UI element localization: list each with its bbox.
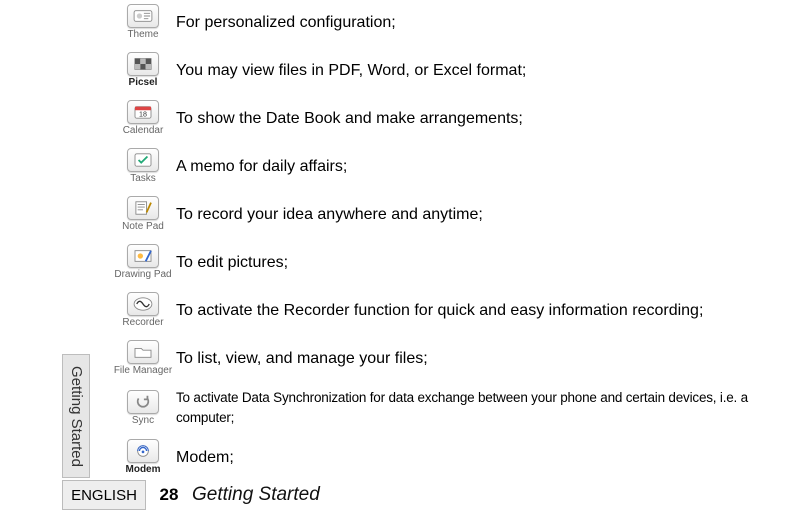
theme-description: For personalized configuration; — [176, 13, 795, 33]
notepad-icon-col: Note Pad — [110, 196, 176, 233]
sync-icon — [127, 390, 159, 414]
sync-icon-label: Sync — [132, 415, 154, 427]
filemanager-icon — [127, 340, 159, 364]
feature-row-modem: Modem Modem; — [110, 439, 795, 476]
modem-icon-col: Modem — [110, 439, 176, 476]
theme-icon — [127, 4, 159, 28]
picsel-description: You may view files in PDF, Word, or Exce… — [176, 61, 795, 81]
filemanager-description: To list, view, and manage your files; — [176, 349, 795, 369]
feature-row-tasks: Tasks A memo for daily affairs; — [110, 148, 795, 185]
calendar-description: To show the Date Book and make arrangeme… — [176, 109, 795, 129]
notepad-icon — [127, 196, 159, 220]
modem-icon-label: Modem — [126, 464, 161, 476]
feature-row-theme: Theme For personalized configuration; — [110, 4, 795, 41]
feature-row-calendar: 18 Calendar To show the Date Book and make… — [110, 100, 795, 137]
page-footer: ENGLISH 28 Getting Started — [62, 478, 799, 512]
filemanager-icon-label: File Manager — [114, 365, 172, 377]
picsel-icon-label: Picsel — [129, 77, 158, 89]
feature-row-picsel: Picsel You may view files in PDF, Word, o… — [110, 52, 795, 89]
feature-row-drawingpad: Drawing Pad To edit pictures; — [110, 244, 795, 281]
side-tab-label: Getting Started — [68, 366, 85, 467]
modem-description: Modem; — [176, 448, 795, 468]
tasks-description: A memo for daily affairs; — [176, 157, 795, 177]
notepad-icon-label: Note Pad — [122, 221, 164, 233]
calendar-icon-label: Calendar — [123, 125, 164, 137]
drawingpad-icon-label: Drawing Pad — [114, 269, 171, 281]
recorder-description: To activate the Recorder function for qu… — [176, 301, 795, 321]
sync-icon-col: Sync — [110, 390, 176, 427]
theme-icon-label: Theme — [127, 29, 158, 41]
section-title: Getting Started — [192, 484, 320, 506]
modem-icon — [127, 439, 159, 463]
feature-row-recorder: Recorder To activate the Recorder functio… — [110, 292, 795, 329]
tasks-icon-label: Tasks — [130, 173, 156, 185]
language-badge: ENGLISH — [62, 480, 146, 510]
recorder-icon-label: Recorder — [122, 317, 163, 329]
feature-row-notepad: Note Pad To record your idea anywhere and… — [110, 196, 795, 233]
feature-list: Theme For personalized configuration; Pics… — [110, 4, 795, 487]
recorder-icon — [127, 292, 159, 316]
notepad-description: To record your idea anywhere and anytime… — [176, 205, 795, 225]
drawingpad-icon — [127, 244, 159, 268]
svg-text:18: 18 — [139, 110, 147, 118]
page-number: 28 — [146, 485, 192, 505]
recorder-icon-col: Recorder — [110, 292, 176, 329]
drawingpad-description: To edit pictures; — [176, 253, 795, 273]
feature-row-filemanager: File Manager To list, view, and manage yo… — [110, 340, 795, 377]
tasks-icon-col: Tasks — [110, 148, 176, 185]
calendar-icon: 18 — [127, 100, 159, 124]
theme-icon-col: Theme — [110, 4, 176, 41]
feature-row-sync: Sync To activate Data Synchronization for… — [110, 388, 795, 428]
picsel-icon — [127, 52, 159, 76]
drawingpad-icon-col: Drawing Pad — [110, 244, 176, 281]
calendar-icon-col: 18 Calendar — [110, 100, 176, 137]
filemanager-icon-col: File Manager — [110, 340, 176, 377]
tasks-icon — [127, 148, 159, 172]
side-tab-getting-started: Getting Started — [62, 354, 90, 478]
sync-description: To activate Data Synchronization for dat… — [176, 388, 795, 428]
picsel-icon-col: Picsel — [110, 52, 176, 89]
